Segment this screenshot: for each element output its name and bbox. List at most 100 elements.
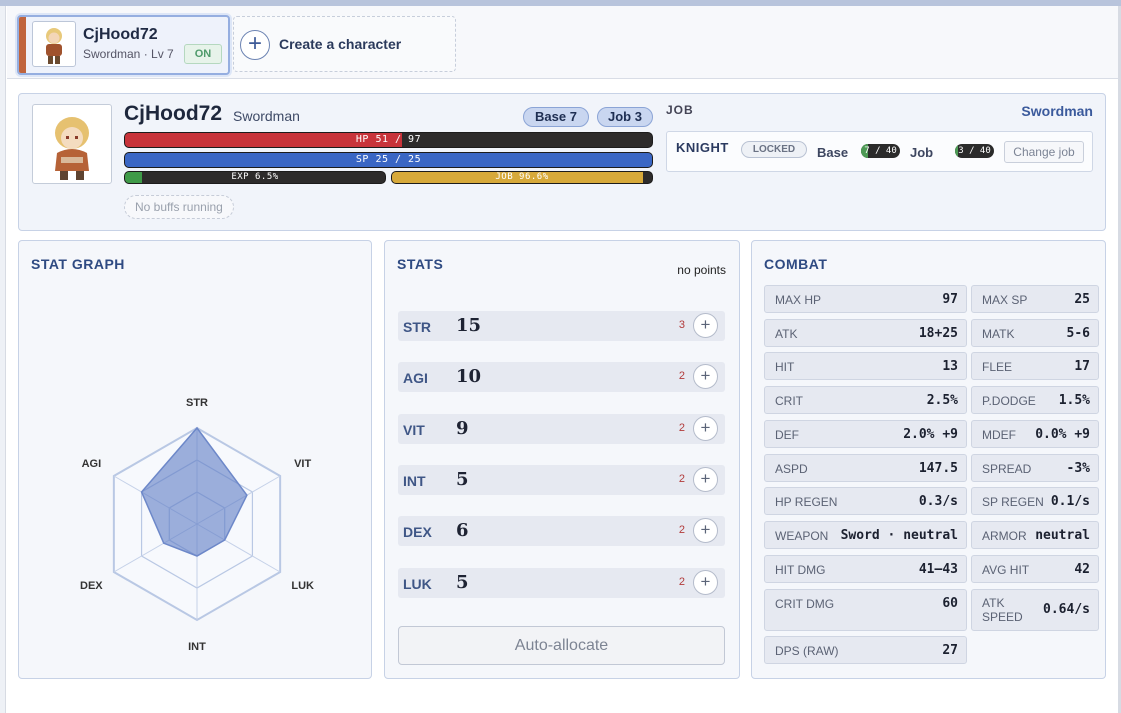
stat-name: VIT <box>403 422 425 438</box>
stat-name: DEX <box>403 524 432 540</box>
stat-graph-panel: STAT GRAPH STR VIT LUK INT DEX AGI <box>18 240 372 679</box>
combat-label: SP REGEN <box>982 495 1044 509</box>
exp-bar-text: EXP 6.5% <box>231 172 279 182</box>
combat-label: DEF <box>775 428 799 442</box>
increase-int-button[interactable]: + <box>693 467 718 492</box>
online-status-badge: ON <box>184 44 222 64</box>
create-character-label: Create a character <box>279 36 402 52</box>
current-job-name: Swordman <box>1021 103 1093 119</box>
combat-label: HP REGEN <box>775 495 838 509</box>
combat-value: 41–43 <box>918 562 958 577</box>
stat-cost: 2 <box>678 576 685 588</box>
character-tab-active[interactable]: CjHood72 Swordman · Lv 7 ON <box>17 15 230 75</box>
character-name: CjHood72 <box>124 102 223 125</box>
combat-stat-def: DEF 2.0% +9 <box>764 420 967 448</box>
base-requirement-progress: 7 / 40 <box>861 144 900 158</box>
character-thumbnail <box>32 21 76 67</box>
combat-value: -3% <box>1066 461 1090 476</box>
stat-cost: 2 <box>678 524 685 536</box>
sp-bar: SP 25 / 25 <box>124 152 653 168</box>
combat-label: CRIT DMG <box>775 597 835 611</box>
stat-row-vit: VIT 9 2 + <box>398 414 725 444</box>
stat-cost: 2 <box>678 473 685 485</box>
combat-value: 42 <box>1074 562 1090 577</box>
radar-axis-label-luk: LUK <box>291 580 314 592</box>
increase-str-button[interactable]: + <box>693 313 718 338</box>
combat-stat-atk-speed: ATK SPEED 0.64/s <box>971 589 1099 631</box>
auto-allocate-button[interactable]: Auto-allocate <box>398 626 725 665</box>
combat-stat-crit: CRIT 2.5% <box>764 386 967 414</box>
combat-stat-armor: ARMOR neutral <box>971 521 1099 549</box>
combat-label: CRIT <box>775 394 803 408</box>
base-requirement-text: 7 / 40 <box>864 146 897 156</box>
combat-stat-dps: DPS (RAW) 27 <box>764 636 967 664</box>
tab-character-subtitle: Swordman · Lv 7 <box>83 47 174 61</box>
combat-stat-aspd: ASPD 147.5 <box>764 454 967 482</box>
hp-bar: HP 51 / 97 <box>124 132 653 148</box>
increase-dex-button[interactable]: + <box>693 518 718 543</box>
sp-bar-text: SP 25 / 25 <box>355 154 422 165</box>
change-job-button[interactable]: Change job <box>1004 141 1084 163</box>
combat-stat-flee: FLEE 17 <box>971 352 1099 380</box>
increase-vit-button[interactable]: + <box>693 416 718 441</box>
combat-label: FLEE <box>982 360 1013 374</box>
create-character-button[interactable]: + Create a character <box>233 16 456 72</box>
combat-value: 1.5% <box>1058 393 1090 408</box>
combat-label: AVG HIT <box>982 563 1030 577</box>
combat-value: 60 <box>942 596 958 611</box>
combat-label: MATK <box>982 327 1015 341</box>
window-left-border <box>0 6 6 713</box>
stat-value: 5 <box>456 469 469 490</box>
next-job-name: KNIGHT <box>676 140 729 155</box>
stat-value: 5 <box>456 572 469 593</box>
combat-value: neutral <box>1035 528 1090 543</box>
increase-luk-button[interactable]: + <box>693 570 718 595</box>
combat-value: 0.64/s <box>1043 602 1090 617</box>
combat-value: 0.0% +9 <box>1035 427 1090 442</box>
increase-agi-button[interactable]: + <box>693 364 718 389</box>
combat-stat-hit-dmg: HIT DMG 41–43 <box>764 555 967 583</box>
combat-stat-matk: MATK 5-6 <box>971 319 1099 347</box>
combat-label: WEAPON <box>775 529 829 543</box>
stat-name: STR <box>403 319 431 335</box>
radar-axis-label-str: STR <box>186 397 208 409</box>
radar-axis-label-vit: VIT <box>294 458 311 470</box>
combat-stat-weapon: WEAPON Sword · neutral <box>764 521 967 549</box>
stat-cost: 3 <box>678 319 685 331</box>
job-exp-bar: JOB 96.6% <box>391 171 653 184</box>
combat-label: HIT <box>775 360 795 374</box>
job-requirement-progress: 3 / 40 <box>955 144 994 158</box>
combat-label: HIT DMG <box>775 563 826 577</box>
stat-name: INT <box>403 473 426 489</box>
combat-stat-crit-dmg: CRIT DMG 60 <box>764 589 967 631</box>
combat-stat-max-sp: MAX SP 25 <box>971 285 1099 313</box>
stat-row-dex: DEX 6 2 + <box>398 516 725 546</box>
combat-value: 97 <box>942 292 958 307</box>
combat-label: P.DODGE <box>982 394 1036 408</box>
combat-value: 13 <box>942 359 958 374</box>
combat-title: COMBAT <box>764 256 828 272</box>
character-tab-bar: CjHood72 Swordman · Lv 7 ON + Create a c… <box>7 6 1118 79</box>
stat-row-luk: LUK 5 2 + <box>398 568 725 598</box>
tab-color-stripe <box>19 17 26 73</box>
combat-label: SPREAD <box>982 462 1032 476</box>
combat-value: 147.5 <box>918 461 958 476</box>
combat-stat-sp-regen: SP REGEN 0.1/s <box>971 487 1099 515</box>
stat-value: 15 <box>456 315 482 336</box>
combat-label: DPS (RAW) <box>775 644 839 658</box>
stat-cost: 2 <box>678 422 685 434</box>
stat-value: 10 <box>456 366 482 387</box>
character-job: Swordman <box>233 108 300 124</box>
stat-value: 9 <box>456 418 469 439</box>
combat-value: 2.0% +9 <box>903 427 958 442</box>
combat-panel: COMBAT MAX HP 97 ATK 18+25 HIT 13 CRIT 2.5% … <box>751 240 1106 679</box>
combat-value: 27 <box>942 643 958 658</box>
combat-label: ARMOR <box>982 529 1027 543</box>
combat-label: MDEF <box>982 428 1016 442</box>
combat-label: ATK <box>775 327 798 341</box>
stats-panel: STATS no points STR 15 3 + AGI 10 2 + VI… <box>384 240 740 679</box>
combat-label: ASPD <box>775 462 808 476</box>
combat-value: 2.5% <box>926 393 958 408</box>
tab-character-name: CjHood72 <box>83 26 158 43</box>
buffs-status: No buffs running <box>124 195 234 219</box>
